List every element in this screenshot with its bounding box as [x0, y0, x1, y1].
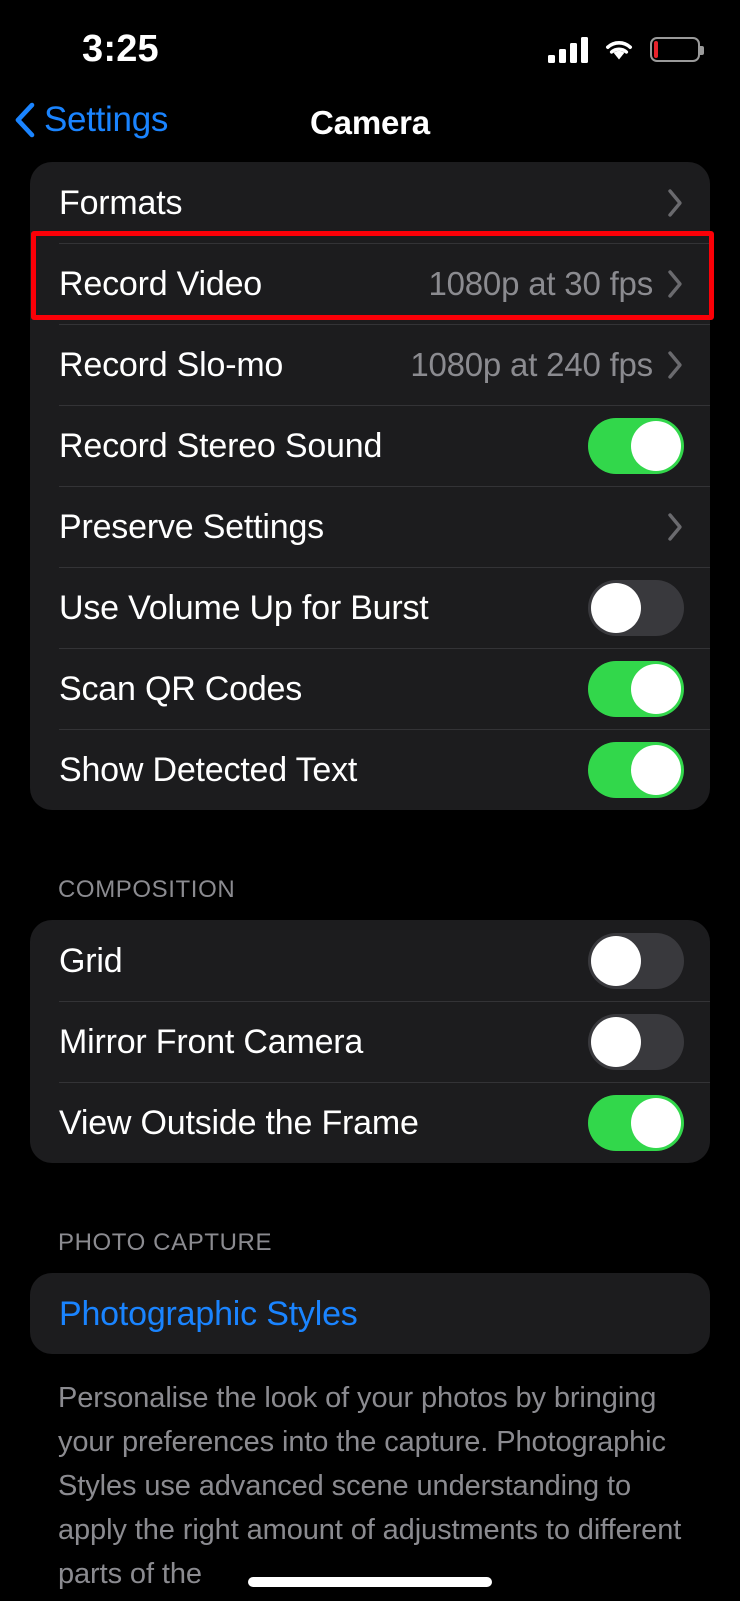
toggle-knob: [591, 1016, 641, 1067]
cellular-signal-icon: [548, 35, 588, 63]
row-accessory: [588, 1013, 684, 1070]
section-footer-photo-capture: Personalise the look of your photos by b…: [58, 1382, 682, 1590]
row-label: Photographic Styles: [59, 1294, 358, 1333]
settings-card-2: Grid Mirror Front Camera View Outside th…: [30, 920, 710, 1163]
settings-card-3: Photographic Styles: [30, 1273, 710, 1354]
toggle-grid[interactable]: [588, 932, 684, 989]
row-value: 1080p at 30 fps: [428, 264, 653, 302]
row-label: Show Detected Text: [59, 750, 358, 789]
toggle-scan-qr-codes[interactable]: [588, 660, 684, 717]
settings-list: Formats Record Video 1080p at 30 fps Rec…: [0, 162, 740, 1596]
chevron-right-icon: [668, 269, 682, 298]
row-value: 1080p at 240 fps: [410, 345, 653, 383]
row-label: Formats: [59, 183, 183, 222]
row-label: Record Video: [59, 264, 262, 303]
row-record-stereo-sound[interactable]: Record Stereo Sound: [30, 405, 710, 486]
toggle-knob: [631, 663, 681, 714]
row-accessory: 1080p at 240 fps: [410, 346, 684, 384]
row-label: View Outside the Frame: [59, 1103, 419, 1142]
row-record-slo-mo[interactable]: Record Slo-mo 1080p at 240 fps: [30, 324, 710, 405]
status-bar: 3:25: [0, 0, 740, 88]
row-record-video[interactable]: Record Video 1080p at 30 fps: [30, 243, 710, 324]
row-accessory: [667, 188, 684, 218]
row-accessory: [588, 932, 684, 989]
toggle-knob: [631, 420, 681, 471]
row-photographic-styles[interactable]: Photographic Styles: [30, 1273, 710, 1354]
toggle-knob: [631, 744, 681, 795]
row-show-detected-text[interactable]: Show Detected Text: [30, 729, 710, 810]
row-view-outside-the-frame[interactable]: View Outside the Frame: [30, 1082, 710, 1163]
toggle-use-volume-up-for-burst[interactable]: [588, 579, 684, 636]
row-label: Record Stereo Sound: [59, 426, 383, 465]
status-bar-time: 3:25: [82, 28, 159, 70]
section-header-photo-capture: PHOTO CAPTURE: [58, 1229, 273, 1256]
toggle-knob: [631, 1097, 681, 1148]
navigation-bar: Settings Camera: [0, 96, 740, 162]
row-preserve-settings[interactable]: Preserve Settings: [30, 486, 710, 567]
section-composition: COMPOSITION Grid Mirror Front Camera Vie…: [0, 876, 740, 1163]
section-header-composition: COMPOSITION: [58, 876, 236, 903]
row-accessory: [588, 660, 684, 717]
status-bar-indicators: [548, 32, 704, 66]
row-label: Scan QR Codes: [59, 669, 303, 708]
battery-fill: [654, 40, 659, 58]
toggle-view-outside-the-frame[interactable]: [588, 1094, 684, 1151]
row-grid[interactable]: Grid: [30, 920, 710, 1001]
wifi-icon: [606, 41, 632, 60]
row-formats[interactable]: Formats: [30, 162, 710, 243]
chevron-right-icon: [668, 350, 682, 379]
row-label: Use Volume Up for Burst: [59, 588, 429, 627]
row-accessory: [588, 417, 684, 474]
row-label: Preserve Settings: [59, 507, 324, 546]
section-camera-main: Formats Record Video 1080p at 30 fps Rec…: [0, 162, 740, 810]
battery-low-icon: [650, 36, 704, 62]
toggle-record-stereo-sound[interactable]: [588, 417, 684, 474]
row-accessory: [588, 579, 684, 636]
toggle-show-detected-text[interactable]: [588, 741, 684, 798]
row-use-volume-up-for-burst[interactable]: Use Volume Up for Burst: [30, 567, 710, 648]
row-label: Grid: [59, 941, 123, 980]
toggle-mirror-front-camera[interactable]: [588, 1013, 684, 1070]
row-accessory: [588, 741, 684, 798]
row-label: Record Slo-mo: [59, 345, 284, 384]
section-photo-capture: PHOTO CAPTURE Photographic Styles Person…: [0, 1229, 740, 1596]
row-mirror-front-camera[interactable]: Mirror Front Camera: [30, 1001, 710, 1082]
row-accessory: 1080p at 30 fps: [428, 265, 684, 303]
page-title: Camera: [310, 104, 430, 141]
settings-card-1: Formats Record Video 1080p at 30 fps Rec…: [30, 162, 710, 810]
toggle-knob: [591, 582, 641, 633]
chevron-right-icon: [668, 188, 682, 217]
row-scan-qr-codes[interactable]: Scan QR Codes: [30, 648, 710, 729]
row-label: Mirror Front Camera: [59, 1022, 364, 1061]
home-indicator[interactable]: [248, 1577, 492, 1587]
chevron-right-icon: [668, 512, 682, 541]
row-accessory: [588, 1094, 684, 1151]
toggle-knob: [591, 935, 641, 986]
row-accessory: [667, 512, 684, 542]
